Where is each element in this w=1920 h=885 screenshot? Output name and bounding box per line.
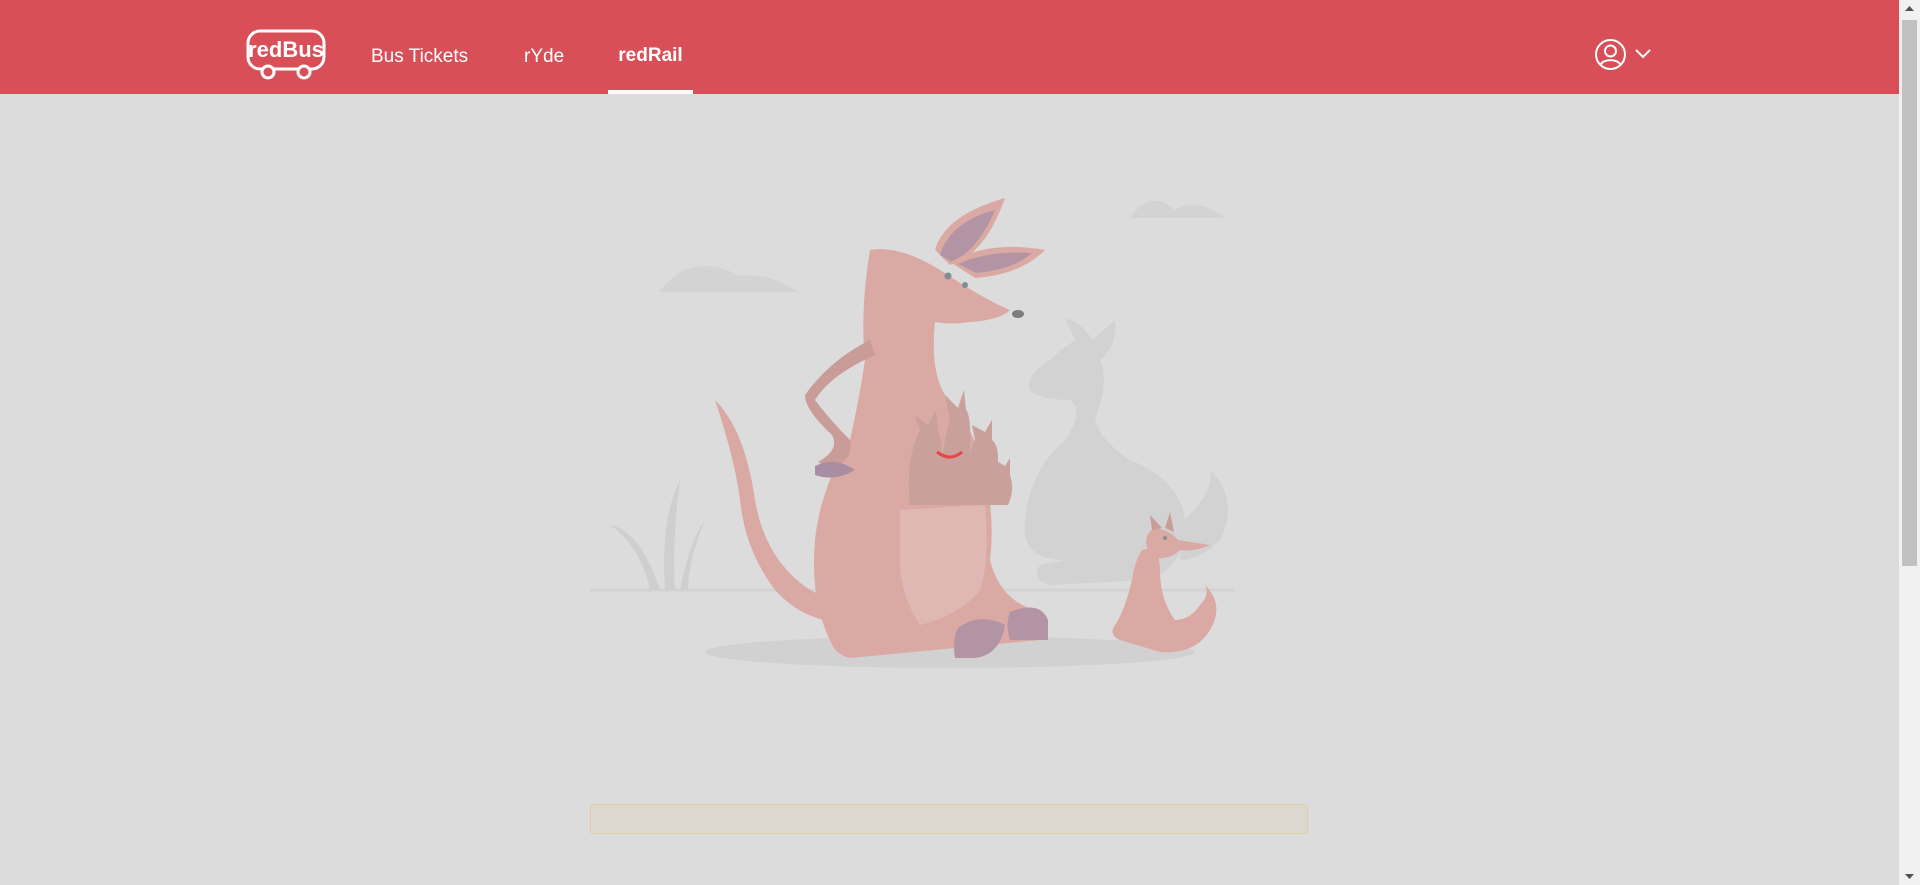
user-circle-icon: [1595, 39, 1626, 70]
bus-logo-icon: redBus: [246, 29, 326, 80]
nav-redrail-label: redRail: [618, 45, 683, 66]
active-tab-indicator: [608, 90, 693, 94]
cloud-right: [1130, 200, 1225, 218]
grass: [610, 480, 705, 590]
redbus-logo[interactable]: redBus: [246, 28, 326, 82]
kangaroo-family-illustration: [590, 198, 1235, 668]
nav-bus-tickets[interactable]: Bus Tickets: [371, 0, 468, 94]
scroll-up-arrow-icon[interactable]: [1899, 0, 1920, 17]
logo-text: redBus: [248, 37, 324, 62]
top-navigation-bar: redBus Bus Tickets rYde redRail: [0, 0, 1899, 94]
kangaroo-eye: [944, 272, 952, 280]
cloud-left: [659, 266, 798, 292]
nav-redrail-active[interactable]: redRail: [608, 0, 693, 94]
profile-menu[interactable]: [1594, 38, 1656, 72]
vertical-scrollbar[interactable]: [1899, 0, 1920, 885]
nav-ryde[interactable]: rYde: [524, 0, 564, 94]
scroll-down-arrow-icon[interactable]: [1899, 868, 1920, 885]
notice-bar: [590, 804, 1308, 834]
chevron-down-icon: [1635, 49, 1651, 59]
kangaroo-nose: [1012, 310, 1024, 318]
scroll-thumb[interactable]: [1902, 20, 1917, 566]
